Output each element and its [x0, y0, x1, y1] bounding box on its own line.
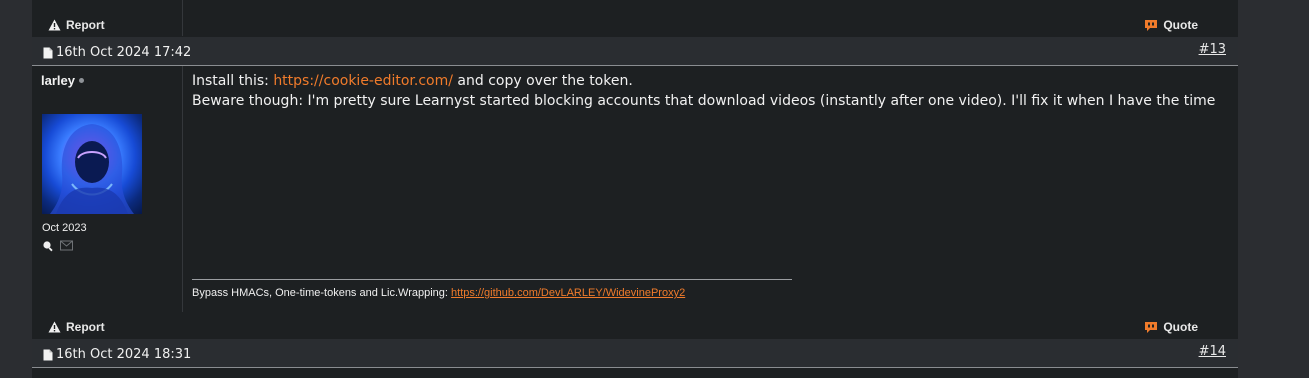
username[interactable]: larley [41, 73, 84, 88]
document-icon [43, 349, 53, 360]
signature-link[interactable]: https://github.com/DevLARLEY/WidevinePro… [451, 287, 685, 299]
post-action-bar: Report Quote [32, 312, 1238, 339]
user-info-pane: larley Oct 2023 [32, 66, 183, 312]
post-action-bar-previous: Report Quote [32, 10, 1238, 37]
envelope-icon[interactable] [60, 240, 73, 251]
magnifier-icon[interactable] [42, 240, 54, 252]
join-date: Oct 2023 [42, 222, 87, 234]
post-permalink[interactable]: #13 [1199, 42, 1226, 57]
warning-triangle-icon [48, 19, 61, 31]
cookie-editor-link[interactable]: https://cookie-editor.com/ [273, 73, 453, 89]
signature: Bypass HMACs, One-time-tokens and Lic.Wr… [192, 287, 686, 299]
post-header: 16th Oct 2024 18:31 #14 [32, 339, 1238, 368]
avatar[interactable] [42, 114, 142, 214]
post-header: 16th Oct 2024 17:42 #13 [32, 37, 1238, 66]
post-date: 16th Oct 2024 18:31 [43, 347, 191, 362]
signature-divider [192, 279, 792, 280]
avatar-image [50, 124, 134, 214]
post-text-line-1: Install this: https://cookie-editor.com/… [192, 73, 633, 89]
warning-triangle-icon [48, 321, 61, 333]
report-label: Report [66, 320, 105, 334]
quote-button[interactable]: Quote [1144, 320, 1198, 334]
post-date: 16th Oct 2024 17:42 [43, 45, 191, 60]
quote-label: Quote [1163, 320, 1198, 334]
user-actions [42, 240, 73, 252]
offline-status-icon [78, 78, 84, 83]
quote-bubble-icon [1145, 19, 1158, 31]
report-button[interactable]: Report [48, 18, 105, 32]
document-icon [43, 47, 53, 58]
quote-label: Quote [1163, 18, 1198, 32]
column-divider [182, 0, 183, 36]
quote-button[interactable]: Quote [1144, 18, 1198, 32]
post-text-line-2: Beware though: I'm pretty sure Learnyst … [192, 93, 1216, 109]
thread-container: Report Quote 16th Oct 2024 17:42 #13 lar… [32, 0, 1238, 378]
post-permalink[interactable]: #14 [1199, 344, 1226, 359]
quote-bubble-icon [1145, 321, 1158, 333]
report-button[interactable]: Report [48, 320, 105, 334]
report-label: Report [66, 18, 105, 32]
